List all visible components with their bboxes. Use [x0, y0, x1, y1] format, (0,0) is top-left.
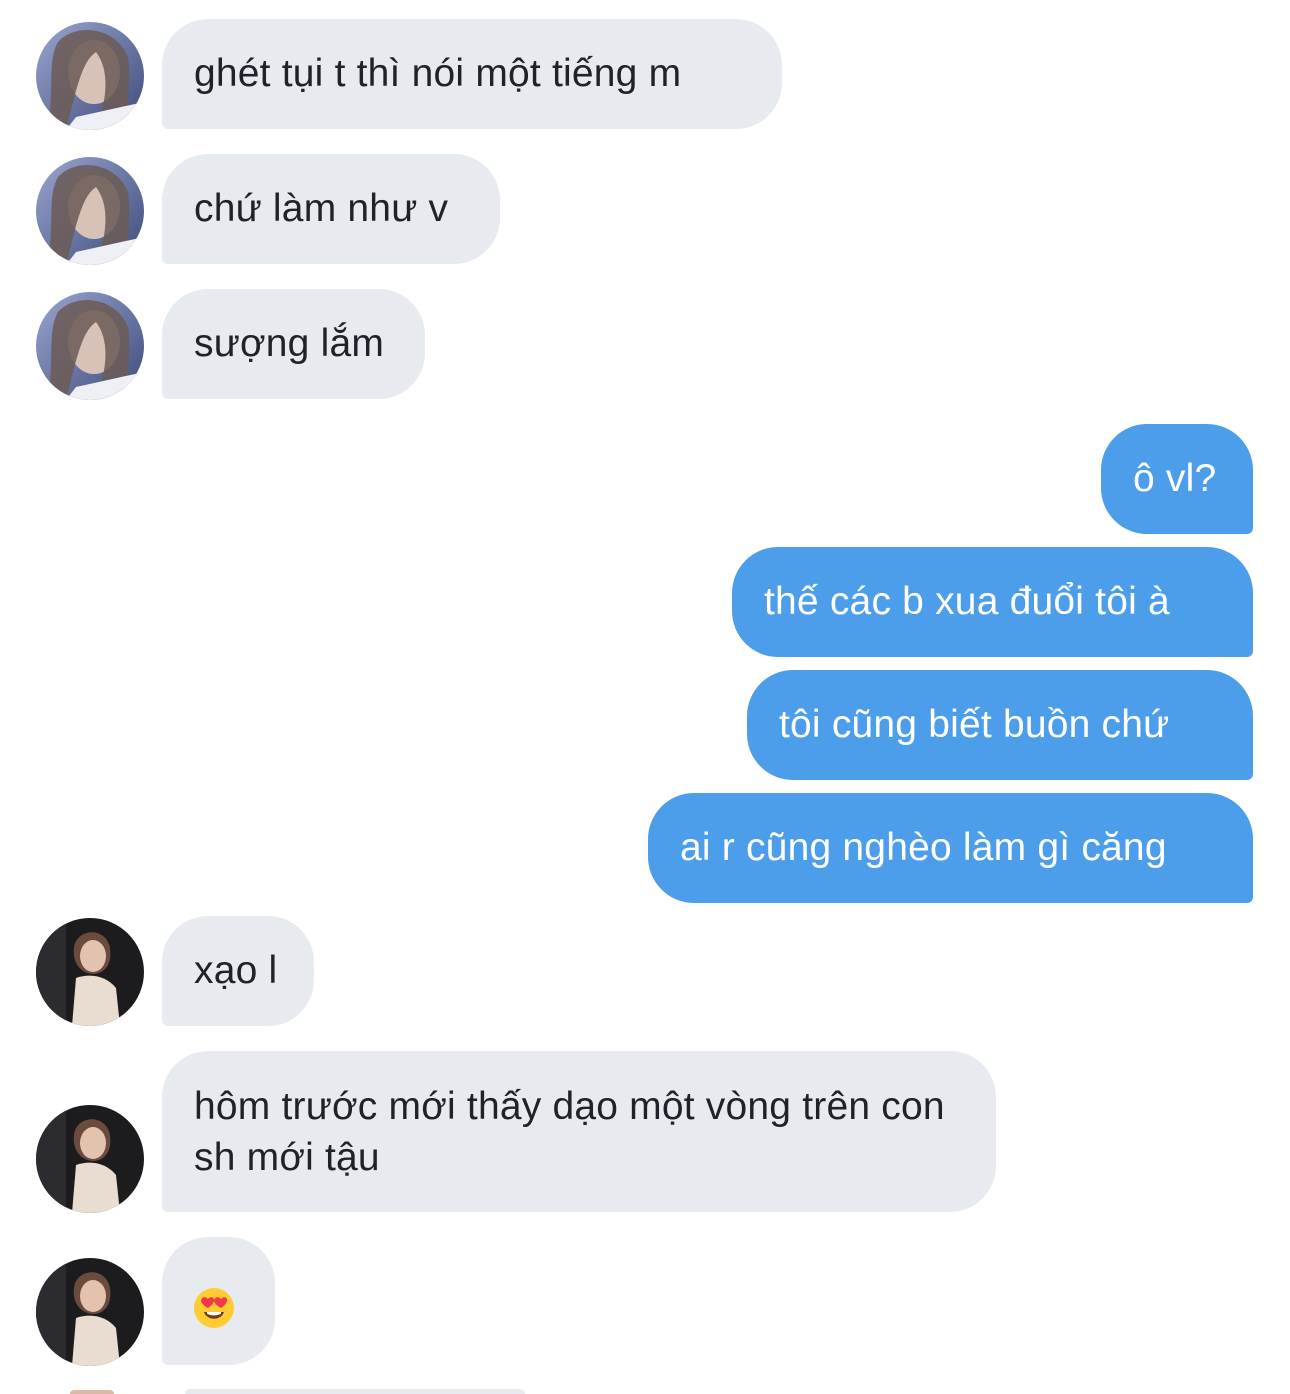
- message-bubble-incoming[interactable]: sượng lắm: [162, 289, 425, 399]
- message-bubble-incoming[interactable]: ghét tụi t thì nói một tiếng m: [162, 19, 782, 129]
- message-text: ai r cũng nghèo làm gì căng: [680, 826, 1167, 869]
- message-text: ô vl?: [1133, 457, 1217, 500]
- avatar-user-b-partial[interactable]: [70, 1390, 114, 1394]
- message-bubble-incoming-partial[interactable]: [185, 1389, 525, 1394]
- avatar-user-a[interactable]: [36, 22, 144, 130]
- profile-photo-avatar-dark-icon: [36, 1105, 144, 1213]
- profile-photo-avatar-light-icon: [36, 22, 144, 130]
- avatar-user-b[interactable]: [36, 918, 144, 1026]
- message-bubble-incoming[interactable]: xạo l: [162, 916, 314, 1026]
- avatar-user-a[interactable]: [36, 292, 144, 400]
- profile-photo-avatar-dark-icon: [36, 1258, 144, 1366]
- message-text: xạo l: [194, 949, 278, 992]
- profile-photo-avatar-light-icon: [36, 292, 144, 400]
- message-bubble-incoming[interactable]: chứ làm như v: [162, 154, 500, 264]
- message-text: ghét tụi t thì nói một tiếng m: [194, 52, 682, 95]
- message-bubble-outgoing[interactable]: thế các b xua đuổi tôi à: [732, 547, 1253, 657]
- message-bubble-outgoing[interactable]: ô vl?: [1101, 424, 1253, 534]
- message-bubble-outgoing[interactable]: tôi cũng biết buồn chứ: [747, 670, 1253, 780]
- avatar-user-b[interactable]: [36, 1105, 144, 1213]
- profile-photo-avatar-light-icon: [36, 157, 144, 265]
- message-text: hôm trước mới thấy dạo một vòng trên con…: [194, 1085, 945, 1179]
- message-text: tôi cũng biết buồn chứ: [779, 703, 1170, 746]
- message-bubble-incoming[interactable]: hôm trước mới thấy dạo một vòng trên con…: [162, 1051, 996, 1212]
- message-text: sượng lắm: [194, 322, 385, 365]
- message-text: thế các b xua đuổi tôi à: [764, 580, 1170, 623]
- profile-photo-avatar-dark-icon: [36, 918, 144, 1026]
- message-bubble-outgoing[interactable]: ai r cũng nghèo làm gì căng: [648, 793, 1253, 903]
- message-text: chứ làm như v: [194, 187, 449, 230]
- avatar-user-a[interactable]: [36, 157, 144, 265]
- heart-eyes-emoji-icon: [194, 1288, 234, 1328]
- avatar-user-b[interactable]: [36, 1258, 144, 1366]
